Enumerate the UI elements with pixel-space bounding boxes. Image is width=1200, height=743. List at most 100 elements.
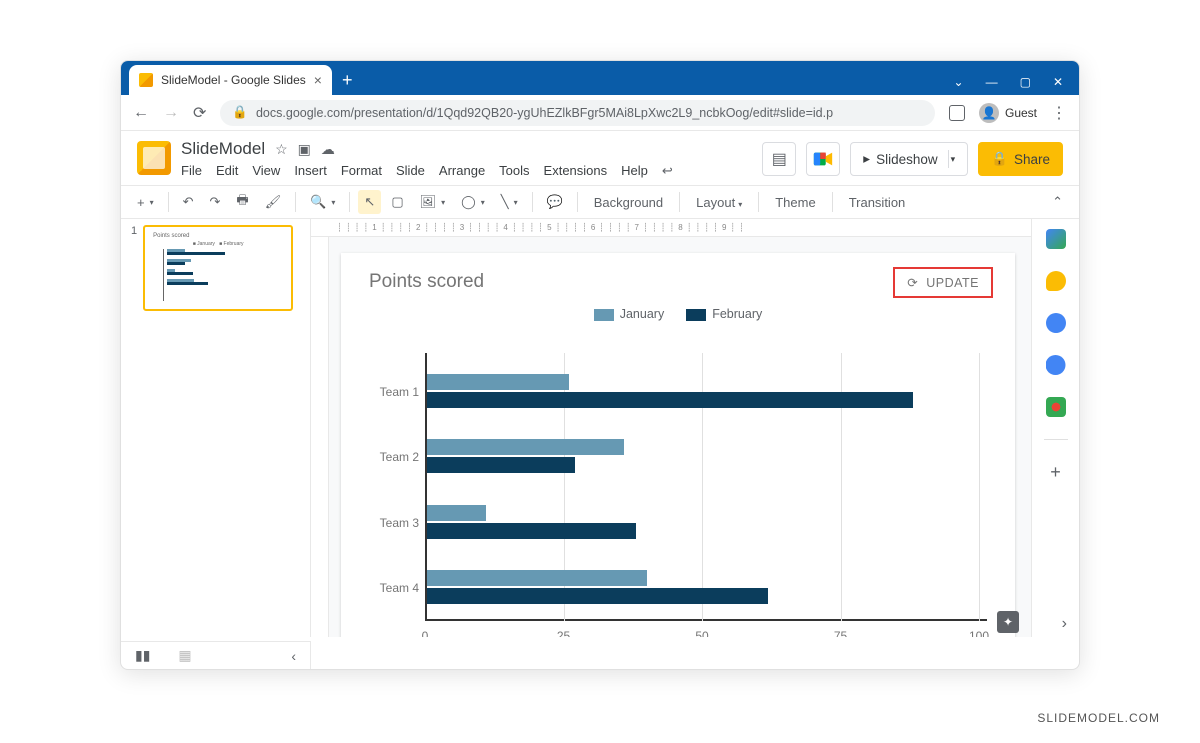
minimize-icon[interactable]: — xyxy=(986,75,998,89)
image-tool[interactable]: 🖼 xyxy=(414,190,452,214)
tab-title: SlideModel - Google Slides xyxy=(161,73,306,87)
lock-icon: 🔒 xyxy=(232,105,248,120)
theme-button[interactable]: Theme xyxy=(767,191,823,214)
chart-legend: January February xyxy=(341,307,1015,321)
chevron-down-icon[interactable]: ⌄ xyxy=(954,75,964,89)
layout-button[interactable]: Layout xyxy=(688,191,750,214)
bar-january xyxy=(427,374,569,390)
comment-history-button[interactable]: ▤ xyxy=(762,142,796,176)
comment-button[interactable]: 💬 xyxy=(541,190,569,214)
kebab-menu-icon[interactable]: ⋮ xyxy=(1051,103,1067,123)
y-category-label: Team 2 xyxy=(369,450,419,464)
chart-plot: 0255075100Team 1Team 2Team 3Team 4 xyxy=(369,353,987,637)
legend-item-february: February xyxy=(686,307,762,321)
maximize-icon[interactable]: ▢ xyxy=(1020,75,1031,89)
menu-bar: File Edit View Insert Format Slide Arran… xyxy=(181,163,752,179)
menu-file[interactable]: File xyxy=(181,163,202,179)
shape-tool[interactable]: ◯ xyxy=(455,190,491,214)
chart-update-button[interactable]: ⟳ UPDATE xyxy=(893,267,993,298)
redo-button[interactable]: ↷ xyxy=(204,190,227,214)
contacts-icon[interactable] xyxy=(1046,355,1066,375)
undo-button[interactable]: ↶ xyxy=(177,190,200,214)
bar-february xyxy=(427,392,913,408)
bar-january xyxy=(427,439,624,455)
slide-panel: 1 Points scored ■ January ■ February xyxy=(121,219,311,637)
paint-format-button[interactable]: 🖌 xyxy=(259,190,288,214)
browser-tab[interactable]: SlideModel - Google Slides × xyxy=(129,65,332,95)
maps-icon[interactable] xyxy=(1046,397,1066,417)
play-icon: ▸ xyxy=(863,151,870,167)
slideshow-button[interactable]: ▸ Slideshow ▾ xyxy=(850,142,968,176)
sidepanel-collapse-icon[interactable]: › xyxy=(1062,615,1067,633)
share-button[interactable]: 🔒 Share xyxy=(978,142,1063,176)
zoom-button[interactable]: 🔍 xyxy=(304,190,341,214)
slideshow-label: Slideshow xyxy=(876,152,938,167)
keep-icon[interactable] xyxy=(1046,271,1066,291)
menu-help[interactable]: Help xyxy=(621,163,648,179)
doc-title[interactable]: SlideModel xyxy=(181,139,265,159)
collapse-toolbar-icon[interactable]: ⌃ xyxy=(1046,190,1069,214)
profile-badge[interactable]: 👤 Guest xyxy=(979,103,1037,123)
add-addon-icon[interactable]: + xyxy=(1046,462,1066,482)
new-tab-button[interactable]: + xyxy=(342,70,353,91)
star-icon[interactable]: ☆ xyxy=(275,141,288,158)
x-tick-label: 100 xyxy=(969,629,989,637)
address-bar[interactable]: 🔒 docs.google.com/presentation/d/1Qqd92Q… xyxy=(220,100,935,126)
slide-thumbnail[interactable]: Points scored ■ January ■ February xyxy=(143,225,293,311)
x-tick-label: 25 xyxy=(557,629,570,637)
textbox-tool[interactable]: ▢ xyxy=(385,190,409,214)
menu-format[interactable]: Format xyxy=(341,163,382,179)
reload-icon[interactable]: ⟳ xyxy=(193,103,206,123)
y-category-label: Team 4 xyxy=(369,581,419,595)
back-icon[interactable]: ← xyxy=(133,104,149,122)
side-panel: + xyxy=(1031,219,1079,637)
new-slide-button[interactable]: + xyxy=(131,191,160,214)
bar-february xyxy=(427,523,636,539)
workspace: 1 Points scored ■ January ■ February ┊┊┊… xyxy=(121,219,1079,637)
x-tick-label: 50 xyxy=(695,629,708,637)
extension-icon[interactable] xyxy=(949,105,965,121)
menu-tools[interactable]: Tools xyxy=(499,163,529,179)
menu-insert[interactable]: Insert xyxy=(294,163,327,179)
collapse-panel-icon[interactable]: ‹ xyxy=(291,648,296,664)
line-tool[interactable]: ╲ xyxy=(495,190,524,214)
select-tool[interactable]: ↖ xyxy=(358,190,381,214)
meet-icon xyxy=(812,148,834,170)
filmstrip-view-icon[interactable]: ▮▮ xyxy=(135,647,150,664)
explore-button[interactable]: ✦ xyxy=(997,611,1019,633)
bar-january xyxy=(427,570,647,586)
meet-button[interactable] xyxy=(806,142,840,176)
background-button[interactable]: Background xyxy=(586,191,671,214)
move-icon[interactable]: ▣ xyxy=(298,141,311,158)
toolbar: + ↶ ↷ 🖶 🖌 🔍 ↖ ▢ 🖼 ◯ ╲ 💬 Background Layou… xyxy=(121,185,1079,219)
view-switcher: ▮▮ ▦ ‹ xyxy=(121,641,311,669)
slides-logo-icon[interactable] xyxy=(137,141,171,175)
menu-edit[interactable]: Edit xyxy=(216,163,238,179)
x-tick-label: 0 xyxy=(422,629,429,637)
print-button[interactable]: 🖶 xyxy=(230,187,254,217)
x-tick-label: 75 xyxy=(834,629,847,637)
watermark: SLIDEMODEL.COM xyxy=(1037,711,1160,725)
cloud-status-icon[interactable]: ☁ xyxy=(321,141,335,158)
menu-view[interactable]: View xyxy=(252,163,280,179)
tasks-icon[interactable] xyxy=(1046,313,1066,333)
close-window-icon[interactable]: ✕ xyxy=(1053,75,1063,89)
slideshow-dropdown-icon[interactable]: ▾ xyxy=(951,154,956,165)
tab-close-icon[interactable]: × xyxy=(314,72,322,88)
menu-extensions[interactable]: Extensions xyxy=(544,163,608,179)
y-category-label: Team 1 xyxy=(369,385,419,399)
comment-icon: ▤ xyxy=(772,149,787,169)
slide-canvas[interactable]: Points scored ⟳ UPDATE January February … xyxy=(341,253,1015,637)
last-edit-icon[interactable]: ↩ xyxy=(662,163,673,179)
forward-icon[interactable]: → xyxy=(163,104,179,122)
grid-view-icon[interactable]: ▦ xyxy=(178,647,191,664)
bar-february xyxy=(427,457,575,473)
calendar-icon[interactable] xyxy=(1046,229,1066,249)
transition-button[interactable]: Transition xyxy=(841,191,914,214)
x-axis xyxy=(425,619,987,621)
app-header: SlideModel ☆ ▣ ☁ File Edit View Insert F… xyxy=(121,131,1079,179)
menu-slide[interactable]: Slide xyxy=(396,163,425,179)
menu-arrange[interactable]: Arrange xyxy=(439,163,485,179)
guest-label: Guest xyxy=(1005,106,1037,120)
url-text: docs.google.com/presentation/d/1Qqd92QB2… xyxy=(256,106,833,120)
